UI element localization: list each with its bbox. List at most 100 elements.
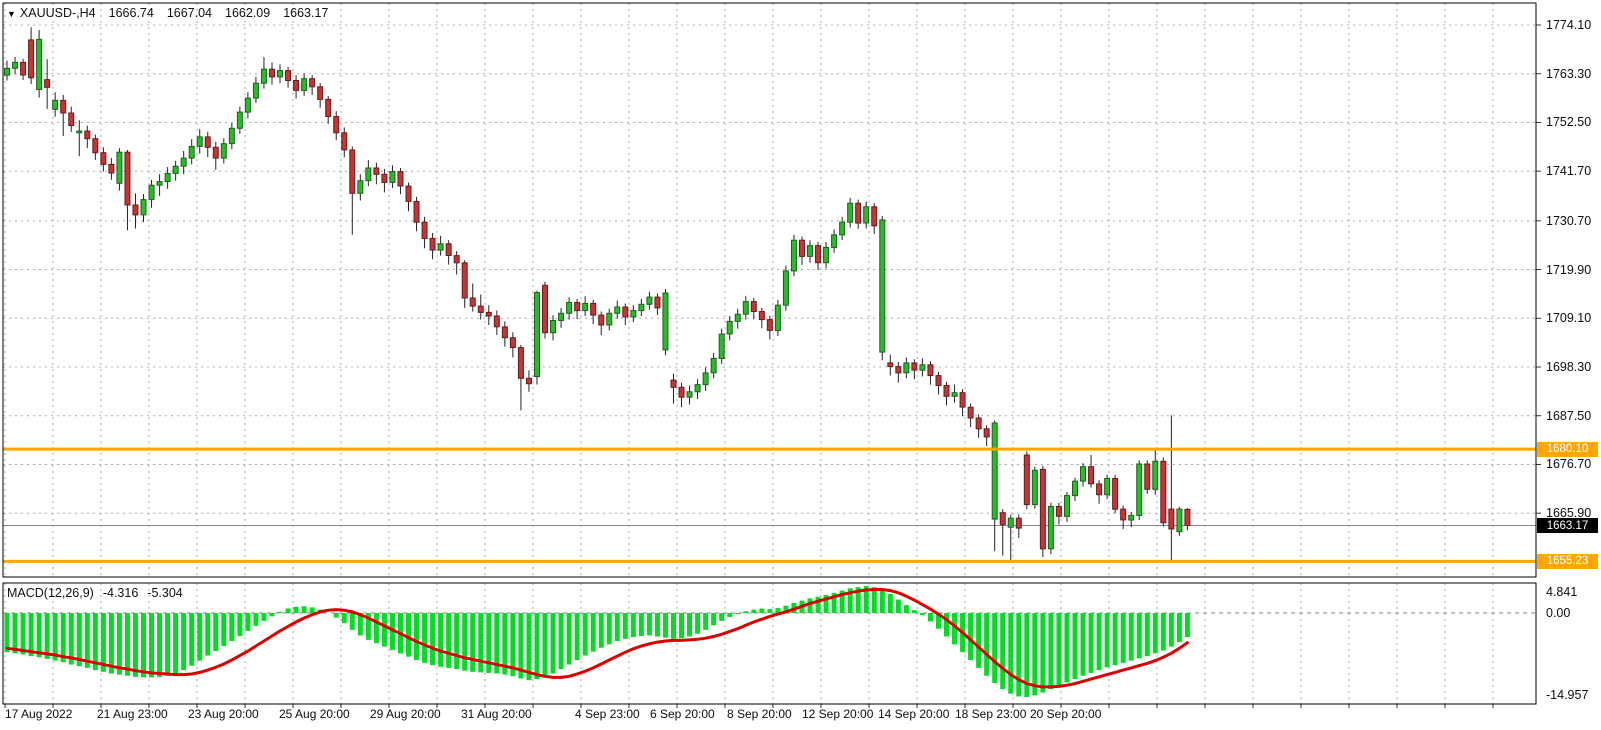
macd-axis-label: -14.957 bbox=[1546, 688, 1588, 702]
candle-bull bbox=[904, 363, 909, 373]
candle-bull bbox=[719, 334, 724, 358]
macd-panel-border bbox=[3, 583, 1536, 704]
macd-histogram-bar bbox=[992, 613, 997, 683]
chart-surface[interactable] bbox=[0, 0, 1601, 730]
candle-bull bbox=[992, 423, 997, 519]
macd-histogram-bar bbox=[1105, 613, 1110, 667]
candle-bear bbox=[294, 81, 299, 91]
time-axis-label: 20 Sep 20:00 bbox=[1030, 707, 1101, 721]
candle-bear bbox=[462, 263, 467, 298]
candle-bull bbox=[551, 321, 556, 333]
macd-histogram-bar bbox=[751, 610, 756, 613]
candle-bear bbox=[350, 150, 355, 193]
candle-bull bbox=[735, 314, 740, 321]
ohlc-high: 1667.04 bbox=[167, 6, 212, 20]
macd-histogram-bar bbox=[655, 613, 660, 637]
macd-histogram-bar bbox=[213, 613, 218, 651]
candle-bull bbox=[1032, 470, 1037, 504]
candle-bear bbox=[382, 174, 387, 182]
macd-value: -4.316 bbox=[103, 586, 138, 600]
candle-bear bbox=[213, 147, 218, 158]
candle-bull bbox=[278, 71, 283, 77]
macd-histogram-bar bbox=[157, 613, 162, 677]
candle-bull bbox=[438, 244, 443, 250]
macd-histogram-bar bbox=[671, 613, 676, 639]
macd-histogram-bar bbox=[920, 613, 925, 615]
candle-bear bbox=[29, 40, 34, 78]
candle-bear bbox=[759, 312, 764, 320]
macd-histogram-bar bbox=[286, 609, 291, 613]
macd-histogram-bar bbox=[808, 598, 813, 613]
macd-histogram-bar bbox=[1177, 613, 1182, 642]
candle-bear bbox=[896, 367, 901, 373]
price-axis-label: 1741.70 bbox=[1546, 164, 1591, 178]
macd-histogram-bar bbox=[197, 613, 202, 661]
macd-histogram-bar bbox=[221, 613, 226, 646]
macd-histogram-bar bbox=[21, 613, 26, 654]
candle-bull bbox=[53, 100, 58, 109]
candle-bull bbox=[663, 293, 668, 350]
macd-histogram-bar bbox=[679, 613, 684, 638]
macd-histogram-bar bbox=[462, 613, 467, 671]
candle-bull bbox=[775, 305, 780, 330]
candle-bull bbox=[189, 146, 194, 158]
candle-bear bbox=[494, 316, 499, 327]
candle-bear bbox=[85, 131, 90, 139]
macd-histogram-bar bbox=[302, 606, 307, 613]
macd-histogram-bar bbox=[719, 613, 724, 621]
macd-histogram-bar bbox=[888, 594, 893, 613]
mt4-chart-window: ▼XAUUSD-,H4 1666.74 1667.04 1662.09 1663… bbox=[0, 0, 1601, 730]
candle-bear bbox=[398, 172, 403, 186]
macd-histogram-bar bbox=[583, 613, 588, 656]
candle-bull bbox=[743, 302, 748, 315]
candle-bull bbox=[840, 222, 845, 235]
candle-bull bbox=[727, 321, 732, 334]
candle-bear bbox=[1145, 464, 1150, 489]
candle-bull bbox=[253, 83, 258, 98]
candle-bear bbox=[928, 365, 933, 376]
candle-bull bbox=[703, 373, 708, 385]
macd-histogram-bar bbox=[334, 613, 339, 617]
macd-histogram-bar bbox=[205, 613, 210, 656]
candle-bear bbox=[45, 80, 50, 88]
candle-bear bbox=[61, 100, 66, 113]
candle-bull bbox=[261, 69, 266, 83]
macd-histogram-bar bbox=[422, 613, 427, 663]
macd-histogram-bar bbox=[1081, 613, 1086, 676]
macd-histogram-bar bbox=[406, 613, 411, 657]
candle-bear bbox=[125, 152, 130, 205]
candle-bull bbox=[559, 313, 564, 320]
candle-bear bbox=[976, 418, 981, 429]
macd-histogram-bar bbox=[438, 613, 443, 667]
macd-histogram-bar bbox=[149, 613, 154, 677]
candle-bull bbox=[221, 144, 226, 158]
candle-bull bbox=[647, 297, 652, 304]
macd-histogram-bar bbox=[639, 613, 644, 636]
candle-bull bbox=[141, 200, 146, 215]
macd-histogram-layer bbox=[5, 586, 1190, 697]
candle-bull bbox=[302, 79, 307, 91]
macd-histogram-bar bbox=[1008, 613, 1013, 694]
candle-bull bbox=[567, 303, 572, 314]
candle-bull bbox=[864, 207, 869, 223]
macd-histogram-bar bbox=[278, 612, 283, 613]
macd-histogram-bar bbox=[1113, 613, 1118, 665]
candle-bull bbox=[783, 271, 788, 305]
macd-histogram-bar bbox=[189, 613, 194, 666]
candle-bear bbox=[205, 137, 210, 147]
candle-bull bbox=[1105, 479, 1110, 495]
macd-histogram-bar bbox=[647, 613, 652, 635]
macd-histogram-bar bbox=[37, 613, 42, 657]
macd-histogram-bar bbox=[1016, 613, 1021, 696]
candle-bull bbox=[1177, 509, 1182, 532]
macd-histogram-bar bbox=[1137, 613, 1142, 658]
macd-histogram-bar bbox=[663, 613, 668, 638]
candle-bear bbox=[21, 62, 26, 75]
macd-histogram-bar bbox=[342, 613, 347, 623]
symbol-dropdown-icon[interactable]: ▼ bbox=[7, 9, 16, 19]
candle-bull bbox=[173, 166, 178, 173]
macd-histogram-bar bbox=[5, 613, 10, 652]
macd-histogram-bar bbox=[1129, 613, 1134, 661]
candle-bear bbox=[1040, 469, 1045, 548]
macd-histogram-bar bbox=[245, 613, 250, 631]
